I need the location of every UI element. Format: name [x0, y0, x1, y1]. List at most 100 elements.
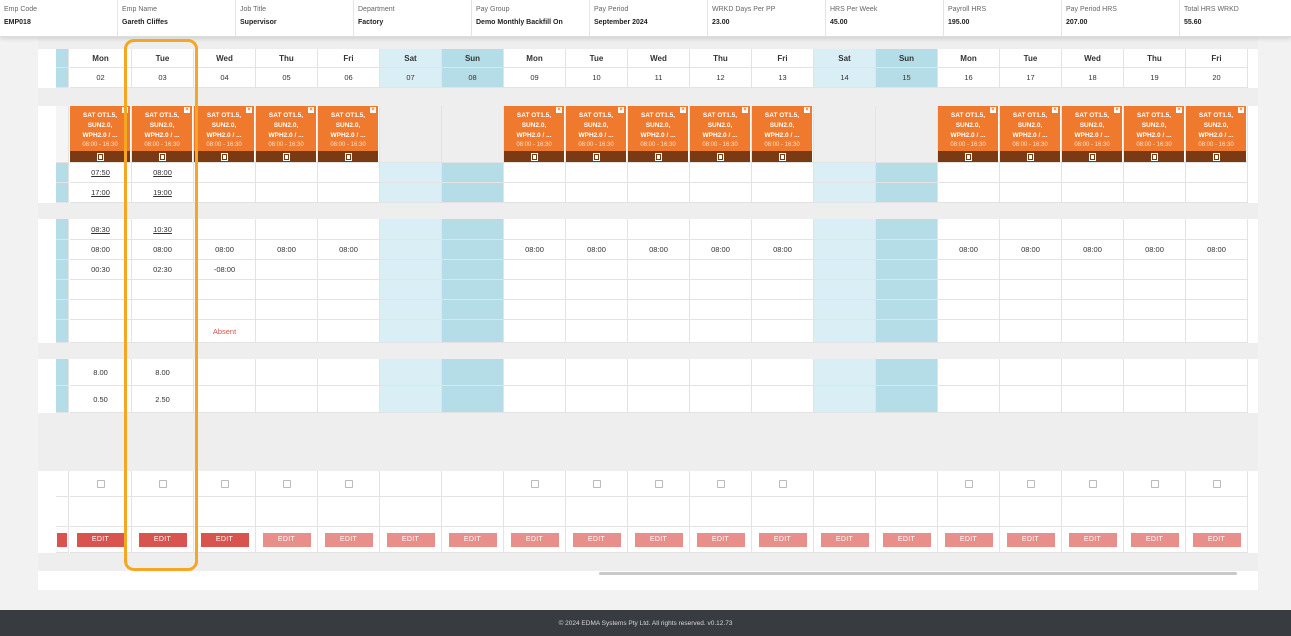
roster-card-footer — [628, 151, 688, 162]
edit-day-button[interactable]: EDIT — [386, 532, 435, 547]
day-start-value[interactable]: 07:50 — [91, 168, 110, 177]
day-checkbox[interactable] — [282, 479, 291, 488]
note-icon[interactable] — [96, 152, 104, 161]
edit-day-button[interactable]: EDIT — [1130, 532, 1179, 547]
remove-roster-icon[interactable]: × — [1114, 107, 1120, 113]
grid-row-blank — [38, 497, 1258, 527]
note-icon[interactable] — [220, 152, 228, 161]
edit-day-button[interactable]: EDIT — [138, 532, 187, 547]
roster-shift-card[interactable]: SAT OT1.5, SUN2.0, WPH2.0 / ... 08:00 - 16:… — [628, 106, 689, 162]
remove-roster-icon[interactable]: × — [618, 107, 624, 113]
note-icon[interactable] — [716, 152, 724, 161]
note-icon[interactable] — [1150, 152, 1158, 161]
roster-shift-card[interactable]: SAT OT1.5, SUN2.0, WPH2.0 / ... 08:00 - 16:… — [256, 106, 317, 162]
day-checkbox[interactable] — [1212, 479, 1221, 488]
day-checkbox[interactable] — [220, 479, 229, 488]
day-checkbox[interactable] — [344, 479, 353, 488]
note-icon[interactable] — [964, 152, 972, 161]
edit-day-button[interactable]: EDIT — [200, 532, 249, 547]
note-icon[interactable] — [654, 152, 662, 161]
day-checkbox[interactable] — [1026, 479, 1035, 488]
edit-day-button[interactable]: EDIT — [882, 532, 931, 547]
day-cell-date: 10 — [566, 68, 628, 88]
note-icon[interactable] — [592, 152, 600, 161]
day-cell-blank — [1124, 497, 1186, 527]
header-field-value: 23.00 — [712, 19, 730, 26]
day-checkbox[interactable] — [964, 479, 973, 488]
edit-day-button[interactable]: EDIT — [758, 532, 807, 547]
roster-shift-card[interactable]: SAT OT1.5, SUN2.0, WPH2.0 / ... 08:00 - 16:… — [752, 106, 813, 162]
remove-roster-icon[interactable]: × — [1238, 107, 1244, 113]
note-icon[interactable] — [344, 152, 352, 161]
edit-day-button[interactable]: EDIT — [1192, 532, 1241, 547]
remove-roster-icon[interactable]: × — [742, 107, 748, 113]
day-cell-start2 — [628, 219, 690, 240]
edit-day-button[interactable]: EDIT — [1006, 532, 1055, 547]
day-start2-value[interactable]: 08:30 — [91, 225, 110, 234]
edit-day-button[interactable]: EDIT — [696, 532, 745, 547]
remove-roster-icon[interactable]: × — [804, 107, 810, 113]
roster-shift-card[interactable]: SAT OT1.5, SUN2.0, WPH2.0 / ... 08:00 - 16:… — [1062, 106, 1123, 162]
day-end-value[interactable]: 19:00 — [153, 188, 172, 197]
day-end-value[interactable]: 17:00 — [91, 188, 110, 197]
day-checkbox[interactable] — [778, 479, 787, 488]
day-cell-edit: EDIT — [1062, 527, 1124, 553]
roster-shift-card[interactable]: SAT OT1.5, SUN2.0, WPH2.0 / ... 08:00 - 16:… — [318, 106, 379, 162]
day-cell-status — [132, 320, 194, 343]
note-icon[interactable] — [1026, 152, 1034, 161]
day-checkbox[interactable] — [716, 479, 725, 488]
edit-day-button[interactable]: EDIT — [944, 532, 993, 547]
day-checkbox[interactable] — [530, 479, 539, 488]
day-checkbox[interactable] — [158, 479, 167, 488]
day-cell-norm: 08:00 — [938, 240, 1000, 260]
note-icon[interactable] — [1088, 152, 1096, 161]
note-icon[interactable] — [282, 152, 290, 161]
note-icon[interactable] — [158, 152, 166, 161]
edit-day-button[interactable]: EDIT — [448, 532, 497, 547]
remove-roster-icon[interactable]: × — [122, 107, 128, 113]
roster-shift-card[interactable]: SAT OT1.5, SUN2.0, WPH2.0 / ... 08:00 - 16:… — [504, 106, 565, 162]
remove-roster-icon[interactable]: × — [370, 107, 376, 113]
roster-shift-card[interactable]: SAT OT1.5, SUN2.0, WPH2.0 / ... 08:00 - 16:… — [690, 106, 751, 162]
edit-day-button[interactable]: EDIT — [820, 532, 869, 547]
remove-roster-icon[interactable]: × — [184, 107, 190, 113]
roster-shift-card[interactable]: SAT OT1.5, SUN2.0, WPH2.0 / ... 08:00 - 16:… — [938, 106, 999, 162]
edit-day-button[interactable]: EDIT — [510, 532, 559, 547]
roster-shift-card[interactable]: SAT OT1.5, SUN2.0, WPH2.0 / ... 08:00 - 16:… — [566, 106, 627, 162]
edit-button-stub[interactable] — [57, 532, 67, 547]
day-checkbox[interactable] — [1088, 479, 1097, 488]
day-cell-diff — [256, 260, 318, 280]
day-checkbox[interactable] — [1150, 479, 1159, 488]
edit-day-button[interactable]: EDIT — [634, 532, 683, 547]
remove-roster-icon[interactable]: × — [1052, 107, 1058, 113]
remove-roster-icon[interactable]: × — [990, 107, 996, 113]
horizontal-scrollbar[interactable] — [599, 572, 1237, 575]
note-icon[interactable] — [778, 152, 786, 161]
grid-row-name: Mon Tue Wed Thu Fri Sat Sun Mon Tue Wed Thu Fri Sat S… — [38, 49, 1258, 68]
edit-day-button[interactable]: EDIT — [262, 532, 311, 547]
day-checkbox[interactable] — [654, 479, 663, 488]
remove-roster-icon[interactable]: × — [1176, 107, 1182, 113]
day-start2-value[interactable]: 10:30 — [153, 225, 172, 234]
roster-shift-card[interactable]: SAT OT1.5, SUN2.0, WPH2.0 / ... 08:00 - 16:… — [1186, 106, 1247, 162]
remove-roster-icon[interactable]: × — [680, 107, 686, 113]
roster-shift-card[interactable]: SAT OT1.5, SUN2.0, WPH2.0 / ... 08:00 - 16:… — [1000, 106, 1061, 162]
day-cell-e1 — [132, 280, 194, 300]
day-start-value[interactable]: 08:00 — [153, 168, 172, 177]
remove-roster-icon[interactable]: × — [308, 107, 314, 113]
remove-roster-icon[interactable]: × — [556, 107, 562, 113]
remove-roster-icon[interactable]: × — [246, 107, 252, 113]
day-checkbox[interactable] — [96, 479, 105, 488]
roster-shift-card[interactable]: SAT OT1.5, SUN2.0, WPH2.0 / ... 08:00 - 16:… — [132, 106, 193, 162]
note-icon[interactable] — [530, 152, 538, 161]
edit-day-button[interactable]: EDIT — [76, 532, 125, 547]
note-icon[interactable] — [1212, 152, 1220, 161]
day-cell-status — [1062, 320, 1124, 343]
day-checkbox[interactable] — [592, 479, 601, 488]
roster-shift-card[interactable]: SAT OT1.5, SUN2.0, WPH2.0 / ... 08:00 - 16:… — [1124, 106, 1185, 162]
edit-day-button[interactable]: EDIT — [572, 532, 621, 547]
edit-day-button[interactable]: EDIT — [1068, 532, 1117, 547]
roster-shift-card[interactable]: SAT OT1.5, SUN2.0, WPH2.0 / ... 08:00 - 16:… — [194, 106, 255, 162]
roster-shift-card[interactable]: SAT OT1.5, SUN2.0, WPH2.0 / ... 08:00 - 16:… — [70, 106, 131, 162]
edit-day-button[interactable]: EDIT — [324, 532, 373, 547]
